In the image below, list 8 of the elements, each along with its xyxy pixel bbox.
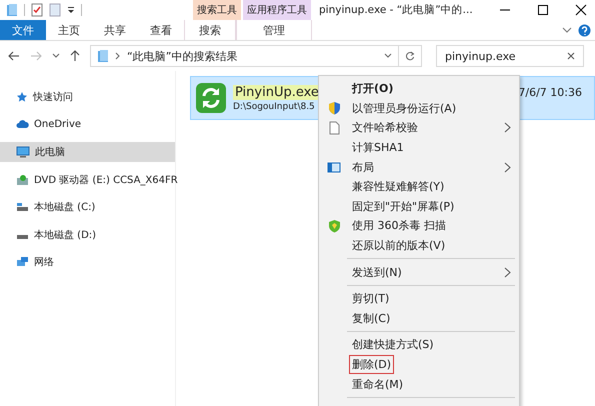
file-path: D:\SogouInput\8.5 [233,102,316,112]
file-name: PinyinUp.exe [233,84,321,100]
search-text: pinyinup.exe [445,50,516,62]
window-title: pinyinup.exe - “此电脑”中的... [319,3,473,18]
tool-group-header: 应用程序工具 [243,0,311,20]
tool-group-header: 搜索工具 [193,0,241,20]
address-path: “此电脑”中的搜索结果 [127,48,238,64]
file-date: 7/6/7 10:36 [518,86,582,98]
